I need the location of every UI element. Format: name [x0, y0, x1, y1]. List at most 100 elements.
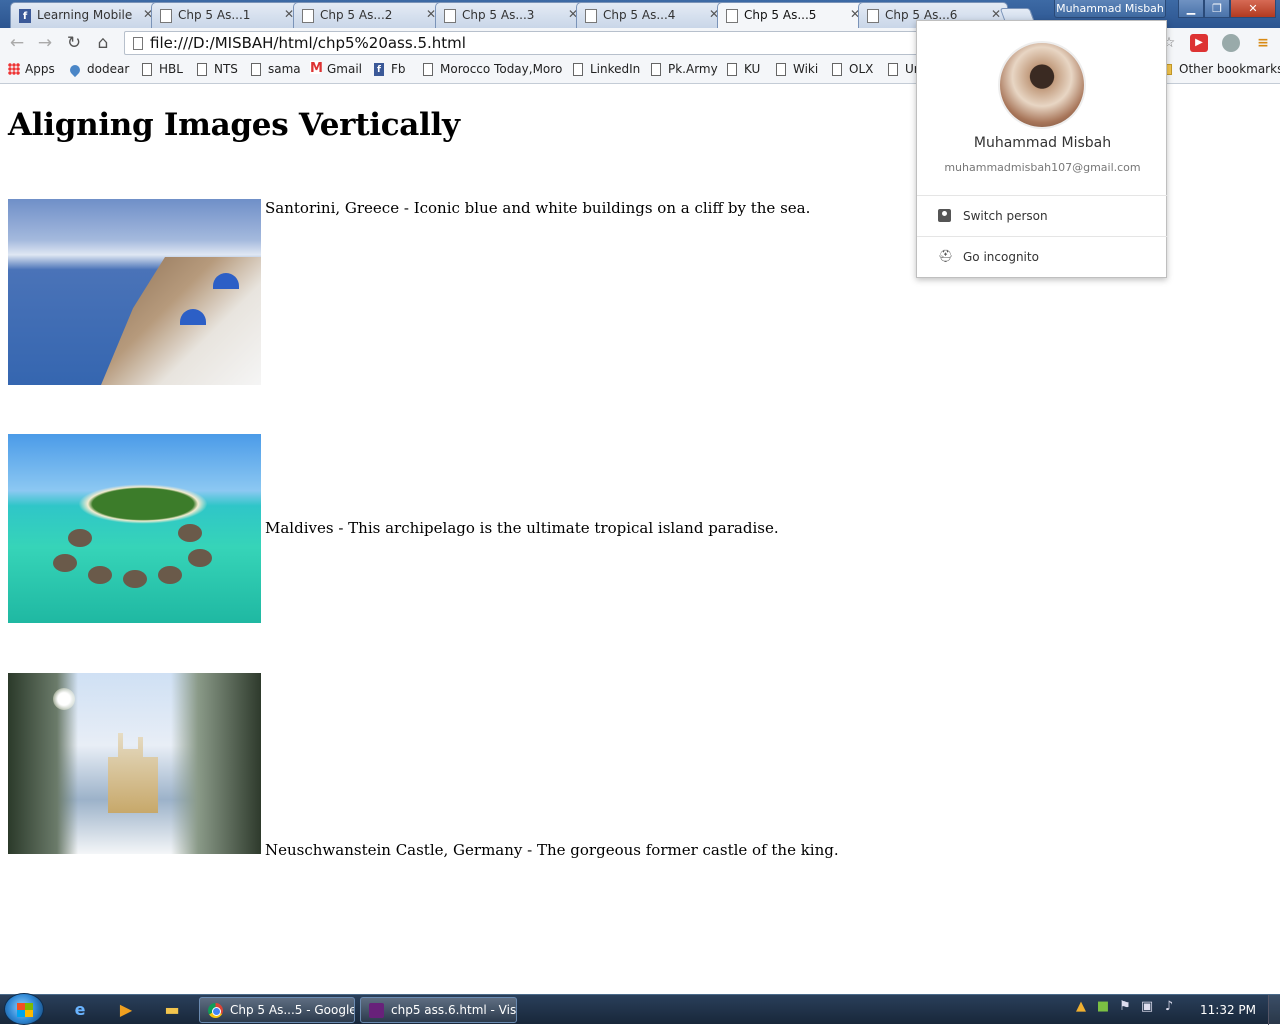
bookmark-label: sama [268, 62, 301, 76]
maldives-image [8, 434, 261, 623]
volume-icon[interactable]: ♪ [1158, 999, 1180, 1014]
hut-shape [178, 524, 202, 542]
page-icon [302, 9, 314, 23]
youtube-icon[interactable]: ▶ [1190, 34, 1208, 52]
system-tray: ▲ ■ ⚑ ▣ ♪ [1070, 999, 1180, 1014]
close-button[interactable]: ✕ [1230, 0, 1276, 18]
tray-nvidia-icon[interactable]: ■ [1092, 999, 1114, 1014]
taskbar: e ▶ ▬ Chp 5 As...5 - Google... chp5 ass.… [0, 993, 1280, 1025]
page-icon [251, 63, 261, 76]
page-icon [142, 63, 152, 76]
explorer-icon[interactable]: ▬ [152, 998, 192, 1022]
bookmark-wiki[interactable]: Wiki [776, 62, 818, 76]
tray-lock-icon[interactable]: ▲ [1070, 999, 1092, 1014]
tab-chp5-2[interactable]: Chp 5 As...2 ✕ [293, 2, 443, 28]
profile-button[interactable]: Muhammad Misbah [1054, 0, 1166, 18]
hut-shape [68, 529, 92, 547]
bookmark-fb[interactable]: f Fb [374, 62, 406, 76]
windows-logo-icon [17, 1003, 33, 1017]
taskbar-chrome[interactable]: Chp 5 As...5 - Google... [199, 997, 355, 1023]
apps-icon [8, 63, 20, 75]
bookmark-label: HBL [159, 62, 183, 76]
page-icon [160, 9, 172, 23]
bookmark-hbl[interactable]: HBL [142, 62, 183, 76]
media-player-icon[interactable]: ▶ [106, 998, 146, 1022]
back-button[interactable]: ← [5, 32, 29, 54]
page-icon [726, 9, 738, 23]
facebook-icon: f [19, 9, 31, 23]
reload-button[interactable]: ↻ [62, 32, 86, 54]
menu-item-label: Go incognito [963, 250, 1039, 264]
tab-title: Learning Mobile [37, 8, 133, 22]
tab-chp5-3[interactable]: Chp 5 As...3 ✕ [435, 2, 585, 28]
bookmark-pkarmy[interactable]: Pk.Army [651, 62, 718, 76]
tab-title: Chp 5 As...1 [178, 8, 251, 22]
bookmark-morocco[interactable]: Morocco Today,Moro [423, 62, 562, 76]
window-controls: ▁ ❐ ✕ [1178, 0, 1276, 18]
page-icon [651, 63, 661, 76]
drop-icon [67, 62, 83, 78]
flag-icon[interactable]: ⚑ [1114, 999, 1136, 1014]
network-icon[interactable]: ▣ [1136, 999, 1158, 1014]
tab-learning-mobile[interactable]: f Learning Mobile ✕ [10, 2, 160, 28]
switch-person-item[interactable]: Switch person [917, 196, 1168, 236]
bookmark-ur[interactable]: Ur [888, 62, 919, 76]
other-bookmarks[interactable]: Other bookmarks [1162, 62, 1280, 76]
page-icon [133, 37, 143, 50]
castle-image [8, 673, 261, 854]
menu-item-label: Switch person [963, 209, 1048, 223]
minimize-button[interactable]: ▁ [1178, 0, 1204, 18]
clock[interactable]: 11:32 PM [1200, 1003, 1256, 1017]
hut-shape [123, 570, 147, 588]
chrome-icon [208, 1003, 223, 1018]
avatar[interactable] [998, 41, 1086, 129]
profile-menu: Muhammad Misbah muhammadmisbah107@gmail.… [916, 20, 1168, 278]
tab-chp5-5[interactable]: Chp 5 As...5 ✕ [717, 2, 867, 28]
tab-chp5-4[interactable]: Chp 5 As...4 ✕ [576, 2, 726, 28]
page-icon [776, 63, 786, 76]
bookmark-label: Wiki [793, 62, 819, 76]
page-heading: Aligning Images Vertically [8, 107, 460, 143]
bookmark-sama[interactable]: sama [251, 62, 301, 76]
hut-shape [88, 566, 112, 584]
bookmark-apps[interactable]: Apps [8, 62, 55, 76]
maximize-button[interactable]: ❐ [1204, 0, 1230, 18]
bookmark-label: Pk.Army [668, 62, 718, 76]
castle-shape [108, 733, 158, 813]
hut-shape [188, 549, 212, 567]
hut-shape [158, 566, 182, 584]
caption-santorini: Santorini, Greece - Iconic blue and whit… [265, 199, 811, 217]
page-icon [585, 9, 597, 23]
task-label: chp5 ass.6.html - Vis... [391, 1003, 517, 1017]
go-incognito-item[interactable]: ⛑ Go incognito [917, 237, 1168, 277]
internet-explorer-icon[interactable]: e [60, 998, 100, 1022]
show-desktop-button[interactable] [1268, 995, 1280, 1025]
page-icon [197, 63, 207, 76]
menu-icon[interactable]: ≡ [1254, 34, 1272, 52]
start-button[interactable] [4, 993, 44, 1025]
profile-name: Muhammad Misbah [973, 135, 1112, 151]
page-icon [423, 63, 433, 76]
extension-icon[interactable] [1222, 34, 1240, 52]
bookmark-label: Gmail [327, 62, 363, 76]
incognito-icon: ⛑ [938, 249, 954, 263]
taskbar-vscode[interactable]: chp5 ass.6.html - Vis... [360, 997, 517, 1023]
bookmark-linkedin[interactable]: LinkedIn [573, 62, 640, 76]
profile-email: muhammadmisbah107@gmail.com [944, 161, 1141, 174]
bookmark-olx[interactable]: OLX [832, 62, 873, 76]
page-icon [867, 9, 879, 23]
page-icon [727, 63, 737, 76]
bookmark-nts[interactable]: NTS [197, 62, 238, 76]
bookmark-label: KU [744, 62, 761, 76]
facebook-icon: f [374, 63, 384, 76]
person-icon [938, 209, 951, 222]
bookmark-gmail[interactable]: M Gmail [310, 61, 363, 76]
bookmark-dodear[interactable]: dodear [67, 62, 130, 78]
tab-chp5-1[interactable]: Chp 5 As...1 ✕ [151, 2, 301, 28]
home-button[interactable]: ⌂ [91, 32, 115, 54]
forward-button[interactable]: → [33, 32, 57, 54]
bookmark-ku[interactable]: KU [727, 62, 760, 76]
bookmark-label: dodear [87, 62, 130, 76]
island-shape [78, 484, 208, 524]
hut-shape [53, 554, 77, 572]
